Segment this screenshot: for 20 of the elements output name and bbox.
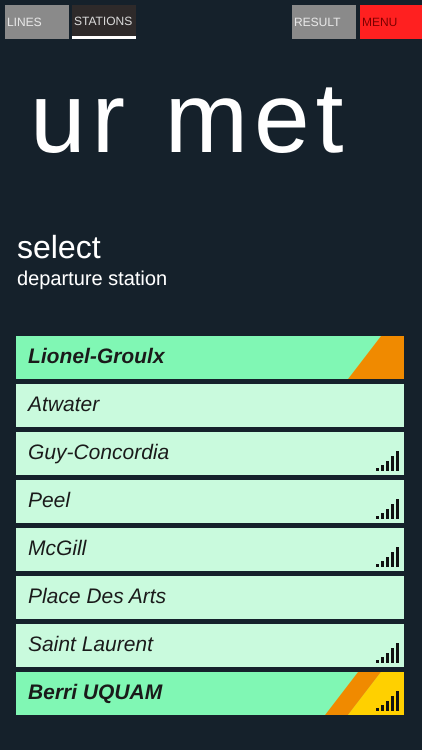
station-row[interactable]: Saint Laurent [16, 624, 404, 667]
station-row[interactable]: McGill [16, 528, 404, 571]
station-name: Guy-Concordia [28, 440, 170, 466]
hero-title: ur met [30, 68, 350, 168]
station-row[interactable]: Berri UQUAM [16, 672, 404, 715]
station-name: Lionel-Groulx [28, 344, 164, 370]
station-row[interactable]: Atwater [16, 384, 404, 427]
station-name: Saint Laurent [28, 632, 153, 658]
station-name: Atwater [28, 392, 100, 418]
subheading: departure station [17, 267, 168, 292]
station-name: Peel [28, 488, 70, 514]
station-row[interactable]: Place Des Arts [16, 576, 404, 619]
tab[interactable]: STATIONS [72, 5, 136, 39]
station-row[interactable]: Peel [16, 480, 404, 523]
station-name: McGill [28, 536, 86, 562]
station-name: Berri UQUAM [28, 680, 162, 706]
station-row[interactable]: Guy-Concordia [16, 432, 404, 475]
station-name: Place Des Arts [28, 584, 166, 610]
station-row[interactable]: Lionel-Groulx [16, 336, 404, 379]
heading: select [17, 228, 101, 266]
